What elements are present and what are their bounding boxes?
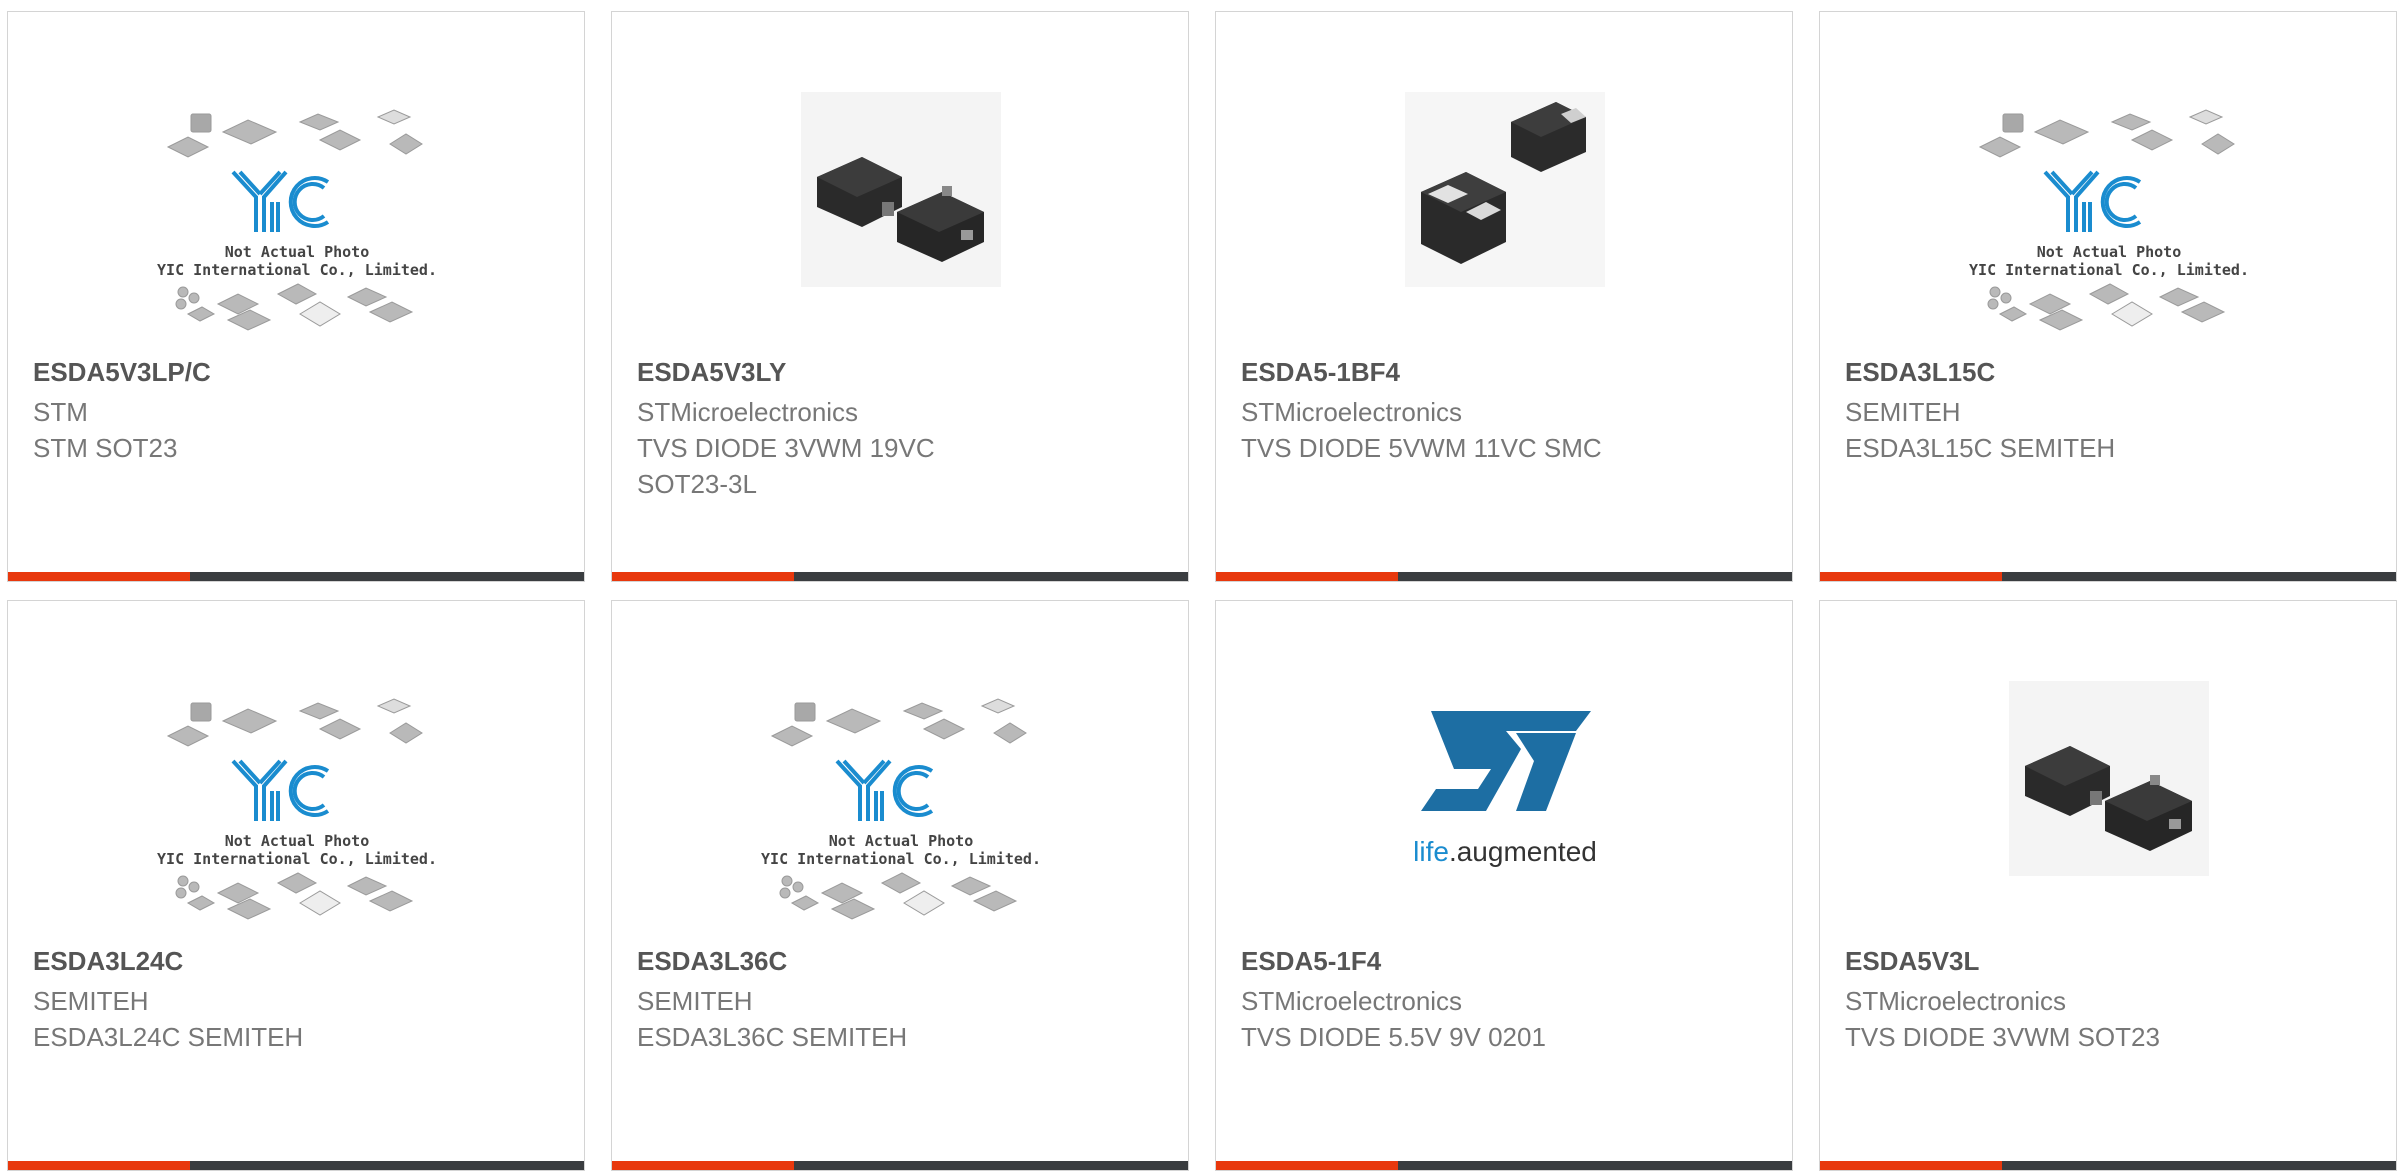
product-details: STMicroelectronics TVS DIODE 3VWM SOT23 [1845, 983, 2365, 1055]
product-manufacturer: STMicroelectronics [1241, 986, 1463, 1016]
product-part-number[interactable]: ESDA5V3LY [637, 357, 786, 388]
placeholder-image: Not Actual Photo YIC International Co., … [157, 109, 437, 331]
placeholder-image: Not Actual Photo YIC International Co., … [1969, 109, 2249, 331]
product-description-line: SOT23-3L [637, 469, 757, 499]
product-manufacturer: SEMITEH [33, 986, 149, 1016]
product-manufacturer: STMicroelectronics [1241, 397, 1463, 427]
product-image[interactable]: Not Actual Photo YIC International Co., … [8, 82, 584, 352]
st-tagline: life.augmented [1413, 836, 1597, 867]
product-image[interactable]: Not Actual Photo YIC International Co., … [1820, 82, 2396, 352]
product-details: SEMITEH ESDA3L36C SEMITEH [637, 983, 1157, 1055]
placeholder-caption-line1: Not Actual Photo [225, 832, 370, 850]
product-description-line: TVS DIODE 5.5V 9V 0201 [1241, 1022, 1546, 1052]
product-image[interactable] [1820, 671, 2396, 941]
placeholder-caption-line1: Not Actual Photo [2037, 243, 2182, 261]
product-part-number[interactable]: ESDA3L15C [1845, 357, 1995, 388]
card-bottom-accent [1216, 1161, 1398, 1170]
product-card[interactable]: Not Actual Photo YIC International Co., … [611, 600, 1189, 1171]
product-card[interactable]: ESDA5-1BF4 STMicroelectronics TVS DIODE 5V… [1215, 11, 1793, 582]
product-card[interactable]: life.augmented ESDA5-1F4 STMicroelectroni… [1215, 600, 1793, 1171]
placeholder-caption-line2: YIC International Co., Limited. [157, 261, 437, 279]
st-logo-image: life.augmented [1413, 711, 1597, 867]
product-description-line: TVS DIODE 3VWM SOT23 [1845, 1022, 2160, 1052]
product-details: STMicroelectronics TVS DIODE 5VWM 11VC SM… [1241, 394, 1761, 466]
product-details: STMicroelectronics TVS DIODE 5.5V 9V 0201 [1241, 983, 1761, 1055]
card-bottom-accent [8, 1161, 190, 1170]
product-image[interactable] [612, 82, 1188, 352]
product-part-number[interactable]: ESDA5V3L [1845, 946, 1979, 977]
sot23-package-image [2009, 681, 2209, 876]
product-details: SEMITEH ESDA3L24C SEMITEH [33, 983, 553, 1055]
product-card[interactable]: ESDA5V3L STMicroelectronics TVS DIODE 3VWM… [1819, 600, 2397, 1171]
sot23-package-image [801, 92, 1001, 287]
card-bottom-accent [612, 1161, 794, 1170]
product-manufacturer: STM [33, 397, 88, 427]
product-part-number[interactable]: ESDA5-1BF4 [1241, 357, 1400, 388]
product-description-line: ESDA3L24C SEMITEH [33, 1022, 304, 1052]
placeholder-image: Not Actual Photo YIC International Co., … [761, 698, 1041, 920]
product-description-line: TVS DIODE 5VWM 11VC SMC [1241, 433, 1602, 463]
placeholder-caption-line2: YIC International Co., Limited. [1969, 261, 2249, 279]
card-bottom-accent [1820, 572, 2002, 581]
product-image[interactable]: Not Actual Photo YIC International Co., … [612, 671, 1188, 941]
product-image[interactable]: Not Actual Photo YIC International Co., … [8, 671, 584, 941]
placeholder-caption-line2: YIC International Co., Limited. [157, 850, 437, 868]
product-part-number[interactable]: ESDA5-1F4 [1241, 946, 1381, 977]
placeholder-caption-line1: Not Actual Photo [225, 243, 370, 261]
product-details: SEMITEH ESDA3L15C SEMITEH [1845, 394, 2365, 466]
product-description-line: ESDA3L36C SEMITEH [637, 1022, 908, 1052]
product-card[interactable]: Not Actual Photo YIC International Co., … [7, 11, 585, 582]
product-manufacturer: SEMITEH [1845, 397, 1961, 427]
placeholder-caption-line1: Not Actual Photo [829, 832, 974, 850]
smd-package-image [1405, 92, 1605, 287]
card-bottom-accent [1820, 1161, 2002, 1170]
product-manufacturer: STMicroelectronics [637, 397, 859, 427]
placeholder-image: Not Actual Photo YIC International Co., … [157, 698, 437, 920]
placeholder-caption-line2: YIC International Co., Limited. [761, 850, 1041, 868]
product-part-number[interactable]: ESDA3L36C [637, 946, 787, 977]
product-description-line: ESDA3L15C SEMITEH [1845, 433, 2116, 463]
product-card[interactable]: ESDA5V3LY STMicroelectronics TVS DIODE 3VW… [611, 11, 1189, 582]
product-part-number[interactable]: ESDA5V3LP/C [33, 357, 211, 388]
card-bottom-accent [8, 572, 190, 581]
product-description-line: STM SOT23 [33, 433, 178, 463]
product-details: STMicroelectronics TVS DIODE 3VWM 19VC SOT… [637, 394, 1157, 502]
product-details: STM STM SOT23 [33, 394, 553, 466]
product-card[interactable]: Not Actual Photo YIC International Co., … [1819, 11, 2397, 582]
card-bottom-accent [1216, 572, 1398, 581]
product-image[interactable]: life.augmented [1216, 671, 1792, 941]
card-bottom-accent [612, 572, 794, 581]
product-description-line: TVS DIODE 3VWM 19VC [637, 433, 935, 463]
product-image[interactable] [1216, 82, 1792, 352]
product-card[interactable]: Not Actual Photo YIC International Co., … [7, 600, 585, 1171]
product-part-number[interactable]: ESDA3L24C [33, 946, 183, 977]
product-manufacturer: STMicroelectronics [1845, 986, 2067, 1016]
product-manufacturer: SEMITEH [637, 986, 753, 1016]
